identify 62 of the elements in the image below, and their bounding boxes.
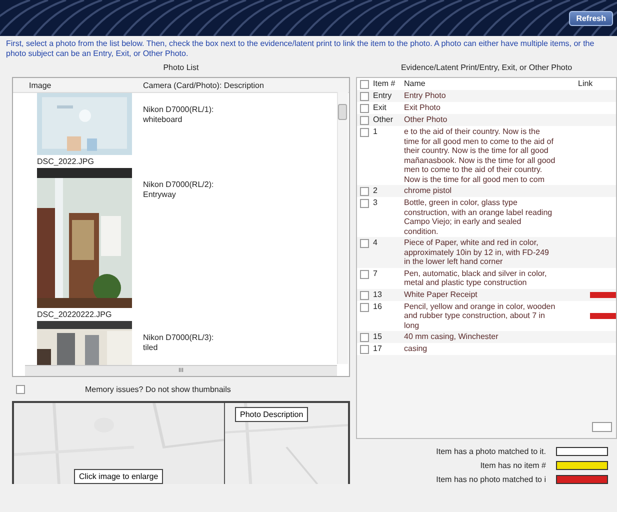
- refresh-button[interactable]: Refresh: [569, 10, 613, 26]
- instructions-text: First, select a photo from the list below. Then, check the box next to the evidence/latent print to link the item to the photo. A photo can either have multiple items, or the photo subject can be an Entry, Exit, or Other Photo.: [5, 38, 596, 60]
- checkbox[interactable]: [360, 270, 369, 278]
- item-name: White Paper Receipt: [404, 290, 478, 300]
- vertical-scrollbar[interactable]: [337, 92, 348, 364]
- item-name: Piece of Paper, white and red in color, approximately 10in by 12 in, with FD-249 in the lower left hand corner: [404, 238, 550, 266]
- item-number: Exit: [373, 103, 386, 112]
- photo-description: tiled: [143, 343, 159, 353]
- item-name: Exit Photo: [404, 103, 442, 113]
- item-number: Entry: [373, 91, 392, 100]
- checkbox[interactable]: [360, 128, 369, 137]
- camera-label: Nikon D7000(RL/1):: [143, 105, 214, 115]
- item-number: 15: [373, 332, 382, 342]
- column-header[interactable]: Camera (Card/Photo): Description: [139, 80, 264, 90]
- checkbox[interactable]: [360, 239, 369, 248]
- checkbox[interactable]: [360, 199, 369, 208]
- item-number: 4: [373, 238, 378, 248]
- item-number: 1: [373, 127, 378, 136]
- legend-label: Item has a photo matched to it.: [435, 447, 546, 456]
- scrollbar-thumb[interactable]: [338, 104, 347, 120]
- item-number: 3: [373, 198, 378, 208]
- item-number: Other: [373, 115, 394, 124]
- item-number: 13: [373, 290, 382, 299]
- item-name: 40 mm casing, Winchester: [404, 332, 500, 342]
- item-name: chrome pistol: [404, 186, 453, 196]
- pager-control[interactable]: [592, 422, 612, 432]
- legend-label: Item has no item #: [479, 461, 546, 470]
- checkbox[interactable]: [360, 290, 369, 300]
- photo-description-button[interactable]: Photo Description: [235, 407, 308, 422]
- checkbox[interactable]: [360, 104, 369, 113]
- memory-option-label: Memory issues? Do not show thumbnails: [85, 384, 231, 394]
- column-header[interactable]: Item #: [373, 79, 396, 88]
- photo-filename: DSC_2022.JPG: [37, 156, 95, 168]
- column-header[interactable]: Link: [578, 79, 593, 89]
- camera-label: Nikon D7000(RL/3):: [143, 333, 214, 343]
- item-name: Other Photo: [404, 115, 448, 125]
- legend-label: Item has no photo matched to i: [435, 475, 546, 484]
- photo-filename: DSC_20220222.JPG: [37, 309, 113, 321]
- checkbox[interactable]: [360, 116, 369, 125]
- item-number: 16: [373, 302, 382, 311]
- checkbox[interactable]: [360, 187, 369, 196]
- photo-description: whiteboard: [143, 115, 184, 125]
- column-header[interactable]: Image: [25, 80, 139, 90]
- item-name: casing: [404, 344, 428, 354]
- item-name: Entry Photo: [404, 91, 447, 101]
- item-number: 2: [373, 186, 378, 196]
- item-number: 17: [373, 344, 382, 354]
- checkbox[interactable]: [360, 302, 369, 312]
- photo-list-title: Photo List: [162, 62, 200, 74]
- item-name: Pencil, yellow and orange in color, wooden and rubber type construction, about 7 in long: [404, 302, 556, 330]
- camera-label: Nikon D7000(RL/2):: [143, 180, 214, 190]
- checkbox[interactable]: [360, 92, 369, 101]
- evidence-title: Evidence/Latent Print/Entry, Exit, or Other Photo: [400, 62, 574, 74]
- item-number: 7: [373, 268, 378, 278]
- checkbox[interactable]: [360, 80, 369, 89]
- column-header[interactable]: Name: [404, 79, 556, 89]
- item-name: Bottle, green in color, glass type construction, with an orange label reading Campo Viejo; in early and sealed condition.: [404, 198, 554, 236]
- photo-description: Entryway: [143, 190, 177, 200]
- checkbox[interactable]: [360, 345, 369, 354]
- checkbox[interactable]: [360, 333, 369, 342]
- checkbox[interactable]: [16, 384, 25, 394]
- item-name: Pen, automatic, black and silver in color, metal and plastic type construction: [404, 268, 548, 288]
